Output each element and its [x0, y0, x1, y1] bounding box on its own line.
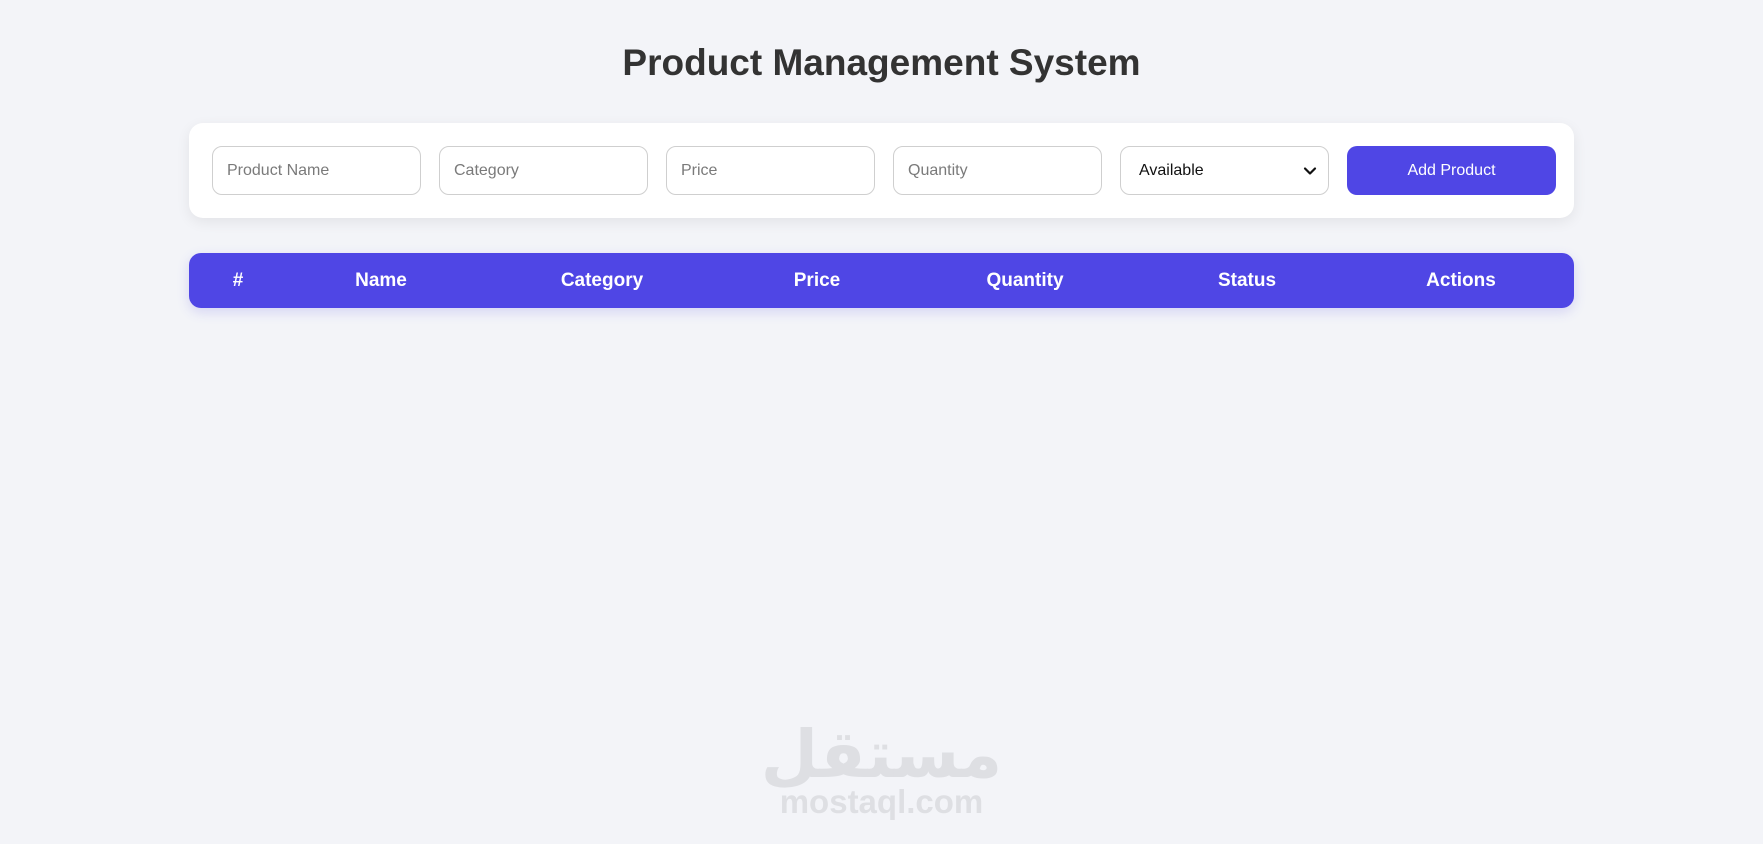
column-header-category[interactable]: Category [561, 270, 643, 292]
product-name-input[interactable] [212, 146, 421, 195]
category-input[interactable] [439, 146, 648, 195]
watermark-arabic: مستقل [760, 716, 1003, 793]
status-select-value[interactable]: Available [1120, 146, 1329, 195]
page-title: Product Management System [622, 42, 1141, 83]
watermark-logo: مستقل mostaql.com [0, 722, 1763, 820]
column-header-index[interactable]: # [233, 270, 244, 292]
add-product-form: Available Add Product [189, 123, 1574, 218]
page: Product Management System Available Add … [0, 0, 1763, 844]
column-header-name[interactable]: Name [355, 270, 407, 292]
products-table-header: # Name Category Price Quantity Status Ac… [189, 253, 1574, 308]
watermark-latin: mostaql.com [779, 783, 984, 820]
column-header-quantity[interactable]: Quantity [986, 270, 1063, 292]
column-header-status[interactable]: Status [1218, 270, 1276, 292]
column-header-price[interactable]: Price [794, 270, 840, 292]
price-input[interactable] [666, 146, 875, 195]
chevron-down-icon [1303, 166, 1317, 175]
column-header-actions[interactable]: Actions [1426, 270, 1496, 292]
quantity-input[interactable] [893, 146, 1102, 195]
add-product-button[interactable]: Add Product [1347, 146, 1556, 195]
status-select[interactable]: Available [1120, 146, 1329, 195]
